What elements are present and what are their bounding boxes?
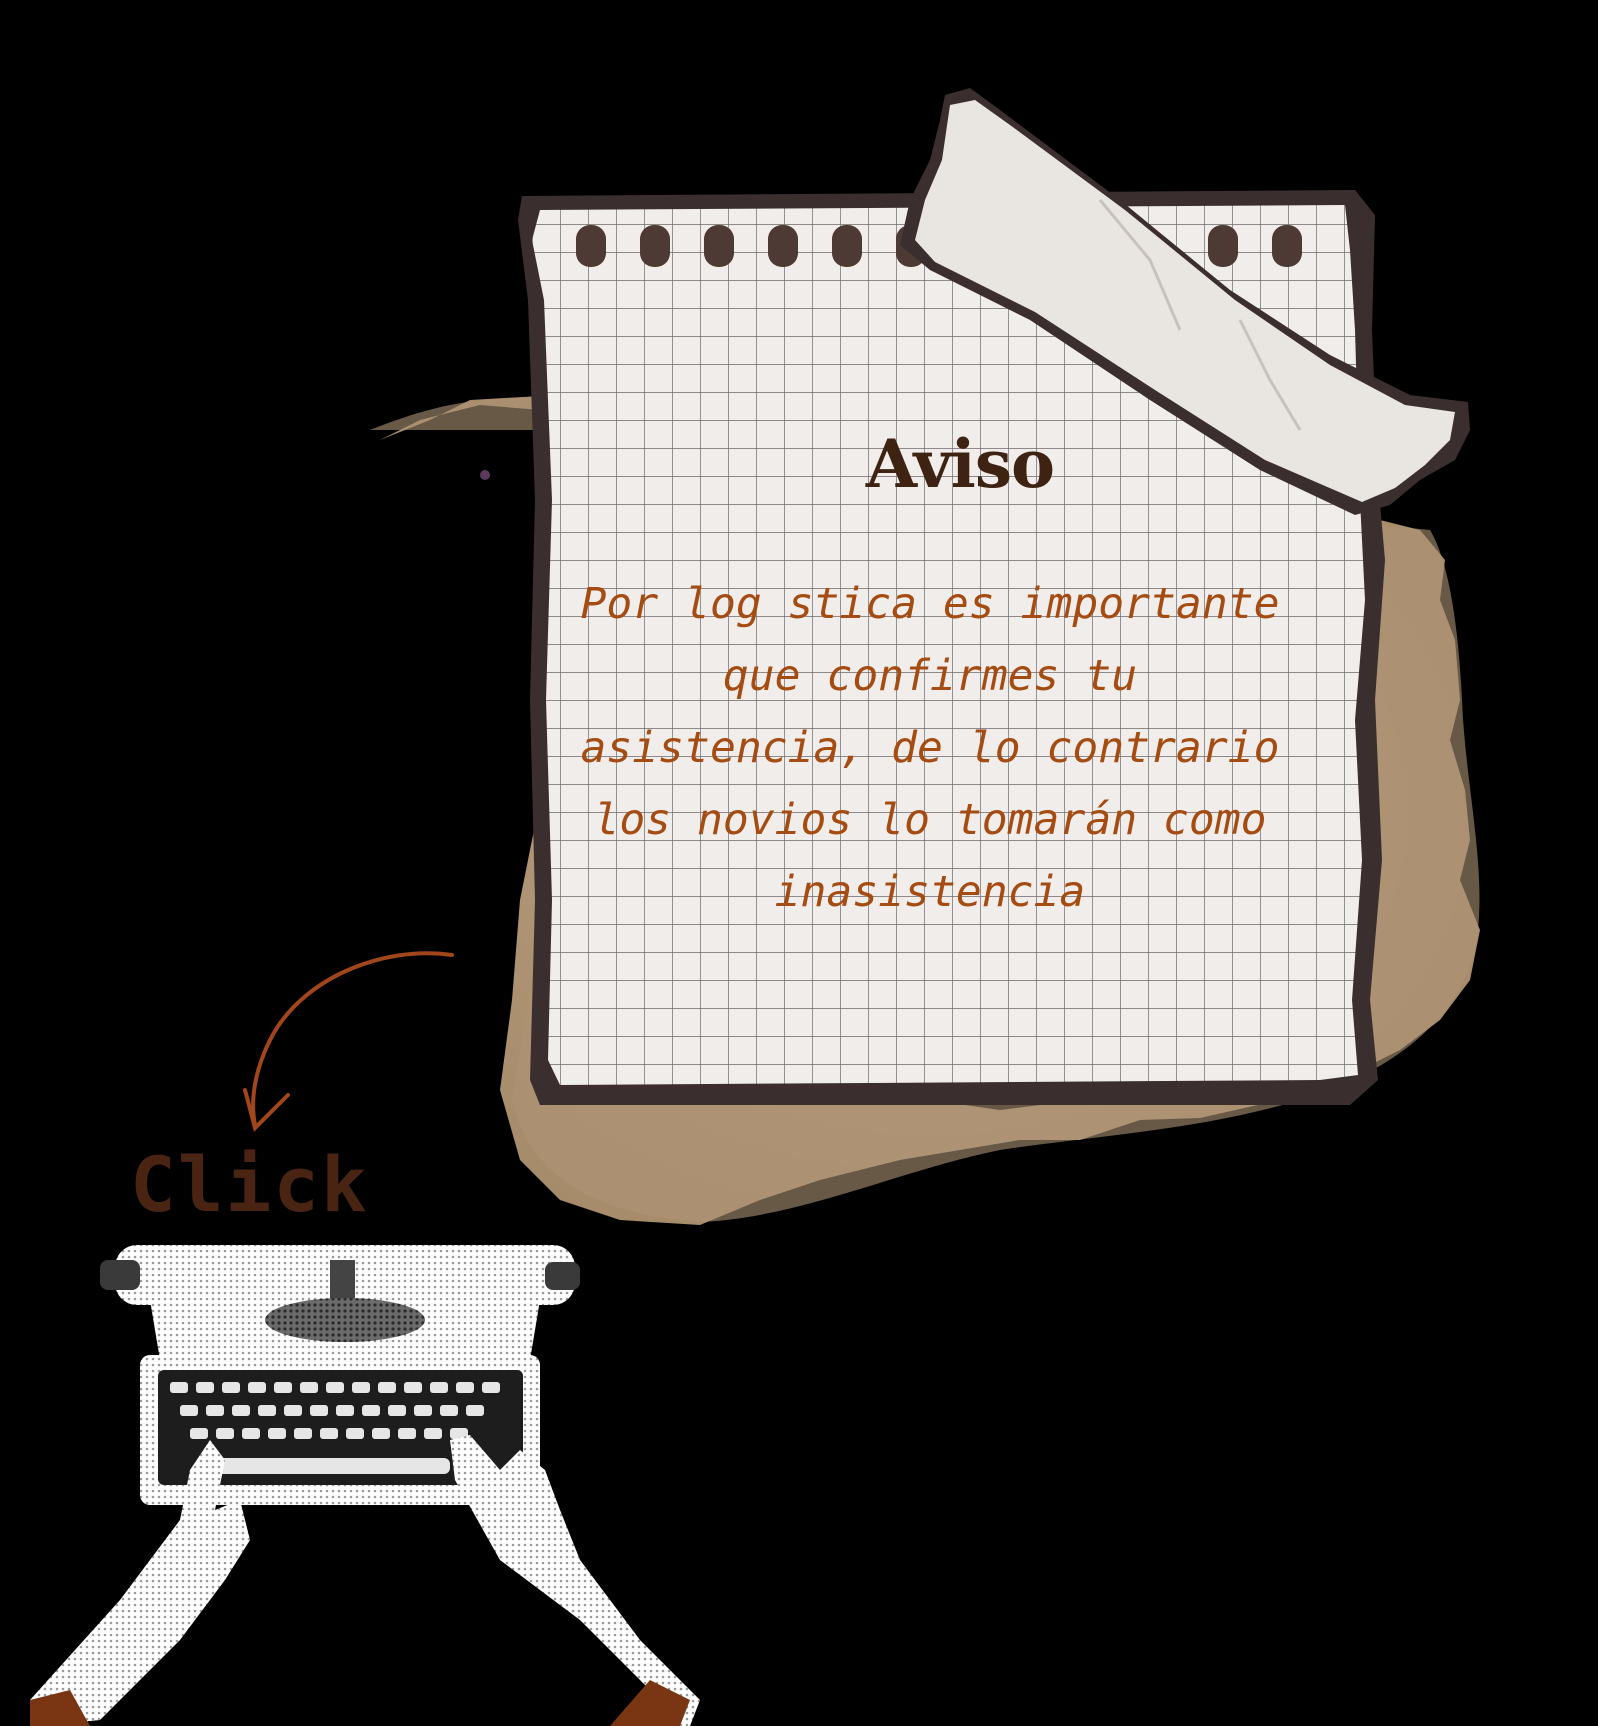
- click-here-button[interactable]: Click aquí: [130, 1140, 530, 1230]
- invitation-notice-scene: Aviso Por log stica es importante que co…: [0, 0, 1598, 1726]
- notice-title: Aviso: [865, 425, 1055, 503]
- notice-body: Por log stica es importante que confirme…: [580, 579, 1280, 917]
